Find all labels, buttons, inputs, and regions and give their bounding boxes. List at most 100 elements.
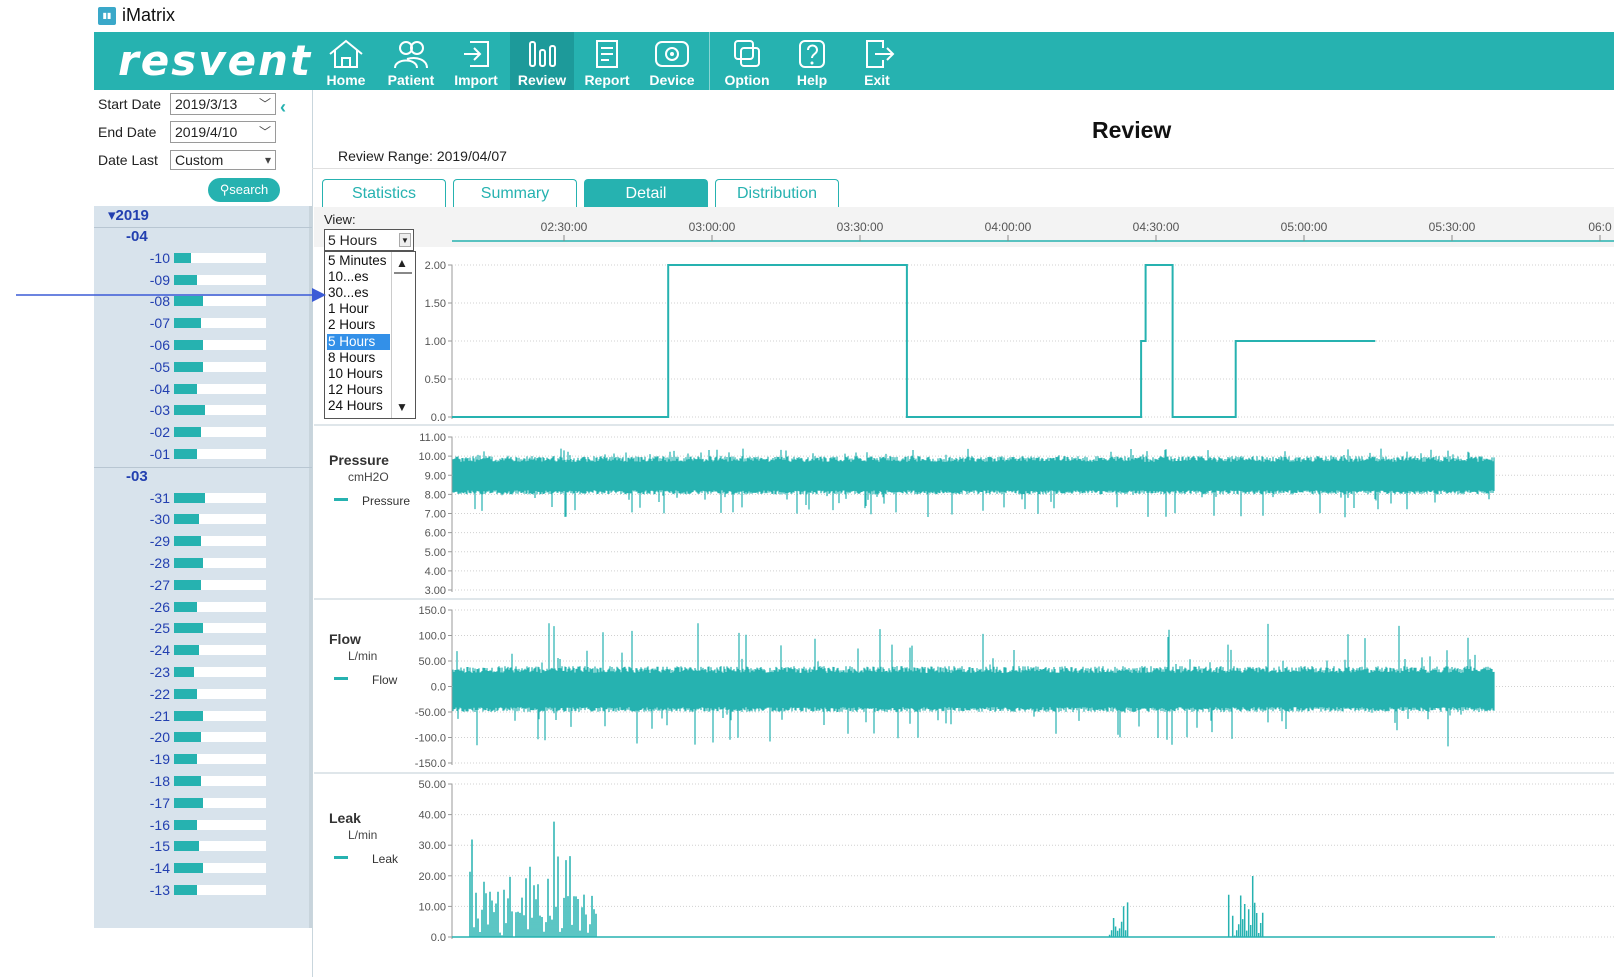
collapse-panel-icon[interactable]: ‹ <box>280 97 286 118</box>
tree-day[interactable]: -24 <box>146 642 170 658</box>
home-icon <box>329 39 363 68</box>
leak-legend-label: Leak <box>372 852 399 866</box>
tree-day[interactable]: -09 <box>146 272 170 288</box>
tree-year[interactable]: ▾2019 <box>108 206 149 224</box>
patient-button[interactable]: Patient <box>379 32 443 90</box>
usage-bar-track <box>174 274 266 285</box>
view-option[interactable]: 12 Hours <box>327 382 390 398</box>
report-icon <box>596 40 618 68</box>
tree-month[interactable]: -03 <box>126 468 148 485</box>
tree-day[interactable]: -20 <box>146 729 170 745</box>
view-option[interactable]: 5 Minutes <box>327 253 390 269</box>
view-option[interactable]: 5 Hours <box>327 333 390 350</box>
tree-day[interactable]: -01 <box>146 446 170 462</box>
tree-day[interactable]: -04 <box>146 381 170 397</box>
tree-day[interactable]: -29 <box>146 533 170 549</box>
tree-day[interactable]: -22 <box>146 686 170 702</box>
tab-detail[interactable]: Detail <box>584 179 708 207</box>
date-last-value: Custom <box>175 152 224 168</box>
leak-waveform <box>452 821 1495 938</box>
time-tick-label: 04:30:00 <box>1133 220 1180 234</box>
tab-summary[interactable]: Summary <box>453 179 577 207</box>
view-option[interactable]: 8 Hours <box>327 350 390 366</box>
flow-legend-swatch <box>334 677 348 680</box>
tree-day[interactable]: -23 <box>146 664 170 680</box>
tree-day[interactable]: -17 <box>146 795 170 811</box>
flow-waveform <box>452 623 1495 747</box>
tree-day[interactable]: -14 <box>146 860 170 876</box>
view-option[interactable]: 2 Hours <box>327 317 390 333</box>
date-last-select[interactable]: Custom ▾ <box>170 150 276 170</box>
tab-distribution[interactable]: Distribution <box>715 179 839 207</box>
tree-day[interactable]: -26 <box>146 599 170 615</box>
usage-bar-fill <box>174 252 191 263</box>
view-option[interactable]: 30...es <box>327 285 390 301</box>
tree-day[interactable]: -02 <box>146 424 170 440</box>
usage-bar-fill <box>174 645 199 656</box>
y-tick-label: 0.0 <box>431 682 446 694</box>
import-button[interactable]: Import <box>444 32 508 90</box>
device-button[interactable]: Device <box>640 32 704 90</box>
usage-bar-track <box>174 361 266 372</box>
tree-day[interactable]: -05 <box>146 359 170 375</box>
time-tick-label: 03:00:00 <box>689 220 736 234</box>
scrollbar-thumb[interactable] <box>394 272 412 274</box>
tab-statistics[interactable]: Statistics <box>322 179 446 207</box>
usage-bar-fill <box>174 776 201 786</box>
tree-day[interactable]: -18 <box>146 773 170 789</box>
y-tick-label: -150.0 <box>415 758 446 770</box>
home-button[interactable]: Home <box>314 32 378 90</box>
view-dropdown-list: 5 Minutes 10...es 30...es 1 Hour 2 Hours 5 Ho… <box>324 251 416 419</box>
exit-button[interactable]: Exit <box>845 32 909 90</box>
tree-day[interactable]: -30 <box>146 511 170 527</box>
tree-day[interactable]: -21 <box>146 708 170 724</box>
tree-day[interactable]: -10 <box>146 250 170 266</box>
end-date-picker[interactable]: 2019/4/10 ﹀ <box>170 121 276 143</box>
usage-bar-track <box>174 340 266 350</box>
report-button[interactable]: Report <box>575 32 639 90</box>
review-button[interactable]: Review <box>510 32 574 90</box>
search-button[interactable]: ⚲search <box>208 178 280 202</box>
header-divider <box>312 168 1614 169</box>
usage-bar-track <box>174 318 266 329</box>
start-date-picker[interactable]: 2019/3/13 ﹀ <box>170 93 276 115</box>
help-button[interactable]: Help <box>780 32 844 90</box>
option-button[interactable]: Option <box>715 32 779 90</box>
tree-day[interactable]: -28 <box>146 555 170 571</box>
tree-day[interactable]: -31 <box>146 490 170 506</box>
view-option[interactable]: 10...es <box>327 269 390 285</box>
option-icon <box>734 40 760 67</box>
tree-day[interactable]: -06 <box>146 337 170 353</box>
dropdown-scrollbar[interactable]: ▲ ▼ <box>391 252 415 418</box>
review-range: Review Range: 2019/04/07 <box>338 148 507 164</box>
usage-bar-track <box>174 754 266 765</box>
pressure-legend-label: Pressure <box>362 494 411 508</box>
view-option[interactable]: 1 Hour <box>327 301 390 317</box>
y-tick-label: 0.0 <box>431 932 446 944</box>
tree-day[interactable]: -25 <box>146 620 170 636</box>
time-tick-label: 04:00:00 <box>985 220 1032 234</box>
usage-bar-fill <box>174 579 201 590</box>
usage-bar-fill <box>174 819 197 830</box>
tree-day[interactable]: -16 <box>146 817 170 833</box>
tree-day[interactable]: -07 <box>146 315 170 331</box>
view-option[interactable]: 10 Hours <box>327 366 390 382</box>
scroll-down-icon[interactable]: ▼ <box>396 400 408 414</box>
tree-divider <box>94 227 312 228</box>
tree-month[interactable]: -04 <box>126 228 148 245</box>
home-label: Home <box>326 72 366 88</box>
scroll-up-icon[interactable]: ▲ <box>396 256 408 270</box>
leak-unit: L/min <box>348 828 378 842</box>
patient-label: Patient <box>387 72 435 88</box>
usage-bar-fill <box>174 274 197 285</box>
tree-day[interactable]: -03 <box>146 402 170 418</box>
tree-day[interactable]: -19 <box>146 751 170 767</box>
review-icon <box>529 41 556 67</box>
dropdown-arrow-icon: ▾ <box>264 153 271 167</box>
view-select[interactable]: 5 Hours ▼ <box>324 229 414 251</box>
tree-day[interactable]: -15 <box>146 838 170 854</box>
view-option[interactable]: 24 Hours <box>327 398 390 414</box>
tree-day[interactable]: -27 <box>146 577 170 593</box>
usage-bar-track <box>174 688 266 699</box>
tree-day[interactable]: -13 <box>146 882 170 898</box>
